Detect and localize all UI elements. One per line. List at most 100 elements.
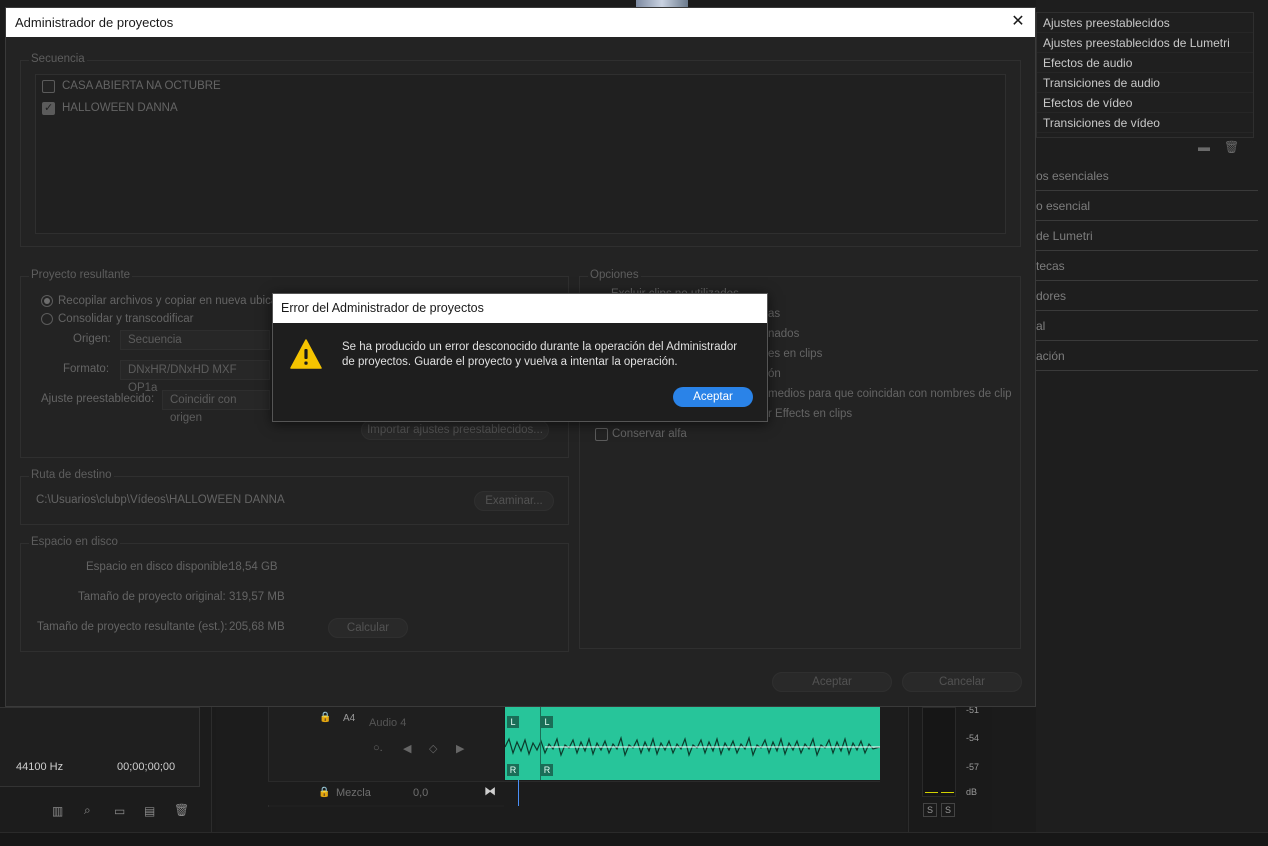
lock-icon[interactable]: 🔒 xyxy=(319,712,331,723)
meter-tick: dB xyxy=(966,787,978,797)
sequence-checkbox[interactable] xyxy=(42,80,55,93)
destination-group-title: Ruta de destino xyxy=(29,469,114,481)
side-section[interactable]: tecas xyxy=(1036,251,1258,281)
folder-icon[interactable]: ▭ xyxy=(114,804,125,818)
sequence-list: CASA ABIERTA NA OCTUBRE HALLOWEEN DANNA xyxy=(35,74,1006,234)
sequence-name: CASA ABIERTA NA OCTUBRE xyxy=(62,80,221,92)
side-section[interactable]: os esenciales xyxy=(1036,161,1258,191)
prev-keyframe-icon[interactable]: ◀ xyxy=(403,742,411,755)
format-select[interactable]: DNxHR/DNxHD MXF OP1a xyxy=(120,360,270,394)
effects-item[interactable]: Efectos de audio xyxy=(1037,53,1253,73)
sequence-group-title: Secuencia xyxy=(29,53,87,65)
waveform xyxy=(505,735,880,757)
right-channel-badge: R xyxy=(507,764,519,776)
side-section[interactable]: o esencial xyxy=(1036,191,1258,221)
status-strip xyxy=(0,832,1268,846)
expand-icon[interactable]: ⧓ xyxy=(484,784,496,798)
side-section[interactable]: de Lumetri xyxy=(1036,221,1258,251)
disk-group-title: Espacio en disco xyxy=(29,536,120,548)
radio-copy-label: Recopilar archivos y copiar en nueva ubi… xyxy=(58,295,284,307)
cancel-button[interactable]: Cancelar xyxy=(902,672,1022,692)
option-label: Conservar alfa xyxy=(612,428,687,440)
lock-icon[interactable]: 🔒 xyxy=(318,787,330,798)
option-label: nados xyxy=(768,328,800,340)
mix-track: 🔒 Mezcla 0,0 ⧓ xyxy=(268,781,880,805)
option-label: as xyxy=(768,308,781,320)
error-message: Se ha producido un error desconocido dur… xyxy=(342,341,738,368)
option-label: ón xyxy=(768,368,781,380)
import-presets-button[interactable]: Importar ajustes preestablecidos... xyxy=(361,420,549,440)
radio-consolidate-label: Consolidar y transcodificar xyxy=(58,313,194,325)
project-panel: 44100 Hz 00;00;00;00 ▥ ⌕ ▭ ▤ 🗑 xyxy=(0,707,212,846)
warning-icon xyxy=(290,339,322,369)
format-label: Formato: xyxy=(63,363,110,375)
next-keyframe-icon[interactable]: ▶ xyxy=(456,742,464,755)
media-preview xyxy=(0,707,200,787)
orig-size-label: Tamaño de proyecto original: xyxy=(78,591,226,603)
side-section[interactable]: dores xyxy=(1036,281,1258,311)
effects-item[interactable]: Efectos de vídeo xyxy=(1037,93,1253,113)
effects-toolbar: ▬ 🗑 xyxy=(1198,140,1248,156)
search-icon[interactable]: ⌕ xyxy=(84,803,91,818)
result-group-title: Proyecto resultante xyxy=(29,269,133,281)
side-section[interactable]: al xyxy=(1036,311,1258,341)
radio-consolidate[interactable] xyxy=(41,313,53,325)
meter-bar xyxy=(922,707,956,797)
effects-item[interactable]: Ajustes preestablecidos de Lumetri xyxy=(1037,33,1253,53)
meter-level-left xyxy=(925,792,938,793)
destination-path: C:\Usuarios\clubp\Vídeos\HALLOWEEN DANNA xyxy=(36,494,285,506)
error-dialog: Error del Administrador de proyectos Se … xyxy=(272,293,768,422)
add-keyframe-icon[interactable]: ◇ xyxy=(429,742,437,755)
left-channel-badge: L xyxy=(541,716,553,728)
audio-meter: -51 -54 -57 dB S S xyxy=(908,705,992,832)
sequence-checkbox[interactable] xyxy=(42,101,55,115)
preset-label: Ajuste preestablecido: xyxy=(41,393,155,405)
result-size-label: Tamaño de proyecto resultante (est.): xyxy=(37,621,228,633)
preserve-alpha-checkbox[interactable] xyxy=(595,428,608,441)
side-section[interactable]: ación xyxy=(1036,341,1258,371)
trash-icon[interactable]: 🗑 xyxy=(174,803,189,817)
effects-item[interactable]: Transiciones de audio xyxy=(1037,73,1253,93)
track-name: Audio 4 xyxy=(369,717,407,729)
ok-button[interactable]: Aceptar xyxy=(772,672,892,692)
option-label: medios para que coincidan con nombres de… xyxy=(768,388,1012,400)
audio-clip[interactable]: L L R R xyxy=(505,707,880,780)
effects-item[interactable]: Transiciones de vídeo xyxy=(1037,113,1253,133)
playhead[interactable] xyxy=(518,780,519,806)
calculate-button[interactable]: Calcular xyxy=(328,618,408,638)
right-channel-badge: R xyxy=(541,764,553,776)
error-dialog-title: Error del Administrador de proyectos xyxy=(273,294,767,323)
list-view-icon[interactable]: ▥ xyxy=(52,804,63,818)
sample-rate: 44100 Hz xyxy=(16,761,64,773)
error-ok-button[interactable]: Aceptar xyxy=(673,387,753,407)
left-channel-badge: L xyxy=(507,716,519,728)
new-folder-icon[interactable]: ▬ xyxy=(1198,140,1210,154)
effects-item[interactable]: Ajustes preestablecidos xyxy=(1037,13,1253,33)
browse-button[interactable]: Examinar... xyxy=(474,491,554,511)
origin-select[interactable]: Secuencia xyxy=(120,330,270,350)
radio-copy[interactable] xyxy=(41,295,53,307)
meter-tick: -54 xyxy=(966,733,980,743)
option-label: es en clips xyxy=(768,348,823,360)
preset-select[interactable]: Coincidir con origen xyxy=(162,390,270,424)
trash-icon[interactable]: 🗑 xyxy=(1224,140,1239,154)
meter-tick: -57 xyxy=(966,762,980,772)
disk-available-value: 18,54 GB xyxy=(229,561,278,573)
result-size-value: 205,68 MB xyxy=(229,621,285,633)
orig-size-value: 319,57 MB xyxy=(229,591,285,603)
sequence-name: HALLOWEEN DANNA xyxy=(62,102,178,114)
solo-button[interactable]: S xyxy=(941,803,955,817)
origin-label: Origen: xyxy=(73,333,111,345)
disk-available-label: Espacio en disco disponible: xyxy=(86,561,232,573)
meter-level-right xyxy=(941,792,954,793)
effects-list: Ajustes preestablecidos Ajustes preestab… xyxy=(1036,12,1254,138)
option-label: r Effects en clips xyxy=(768,408,853,420)
solo-button[interactable]: S xyxy=(923,803,937,817)
track-id: A4 xyxy=(343,713,356,724)
mix-label: Mezcla xyxy=(336,787,371,799)
close-icon[interactable]: ✕ xyxy=(1009,12,1027,32)
new-item-icon[interactable]: ▤ xyxy=(144,804,155,818)
timecode: 00;00;00;00 xyxy=(117,761,176,773)
volume-knob-icon[interactable]: ○. xyxy=(373,742,383,754)
clip-edit-line xyxy=(540,707,541,780)
